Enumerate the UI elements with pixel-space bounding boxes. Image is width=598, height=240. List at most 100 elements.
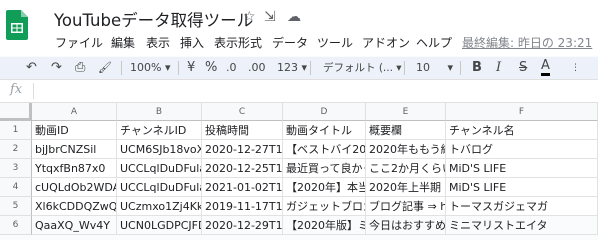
more-options-icon[interactable]: ⋮: [571, 59, 580, 77]
toolbar-divider: [404, 61, 405, 75]
menu-edit[interactable]: 編集: [111, 34, 135, 51]
menu-format[interactable]: 表示形式: [214, 34, 262, 51]
cell-f4[interactable]: MiD'S LIFE: [446, 178, 598, 197]
sheets-logo-icon[interactable]: [6, 10, 28, 40]
font-size-value: 10: [416, 61, 430, 74]
cell-e6[interactable]: 今日はおすすめ: [366, 216, 446, 235]
italic-button[interactable]: I: [496, 59, 501, 77]
cell-a5[interactable]: Xl6kCDDQZwQ: [32, 197, 117, 216]
chevron-down-icon: ▾: [301, 61, 308, 74]
redo-icon[interactable]: ↷: [51, 59, 62, 77]
column-header-a[interactable]: A: [32, 103, 117, 121]
row-header-1[interactable]: 1: [0, 121, 32, 140]
paint-format-icon[interactable]: 🖌: [98, 59, 112, 77]
zoom-value: 100%: [130, 61, 162, 74]
menu-data[interactable]: データ: [272, 34, 308, 51]
select-all-corner[interactable]: [0, 103, 32, 121]
chevron-down-icon: ▾: [164, 61, 171, 74]
fx-icon: fx: [10, 82, 23, 97]
cell-f3[interactable]: MiD'S LIFE: [446, 159, 598, 178]
cell-f5[interactable]: トーマスガジェマガ: [446, 197, 598, 216]
toolbar: ↶ ↷ ⎙ 🖌 100% ▾ ¥ % .0 .00 123 ▾ デフォルト (.…: [0, 57, 598, 80]
cell-e2[interactable]: 2020年ももう終: [366, 140, 446, 159]
row-header-5[interactable]: 5: [0, 197, 32, 216]
toolbar-divider: [121, 61, 122, 75]
toolbar-divider: [460, 61, 461, 75]
font-family-value: デフォルト (...: [323, 62, 393, 74]
font-family-select[interactable]: デフォルト (... ▾: [323, 59, 402, 77]
cell-b5[interactable]: UCzmxo1Zj4KkK: [117, 197, 202, 216]
increase-decimal-icon[interactable]: .00: [248, 59, 266, 77]
document-title[interactable]: YouTubeデータ取得ツール: [54, 7, 253, 31]
spreadsheet-grid: A B C D E F 1 2 3 4 5 6 動画ID チャンネルID 投稿時…: [0, 103, 598, 235]
menu-addons[interactable]: アドオン: [362, 34, 410, 51]
cell-a6[interactable]: QaaXQ_Wv4Y: [32, 216, 117, 235]
cell-b3[interactable]: UCCLqlDuDFula: [117, 159, 202, 178]
cloud-status-icon[interactable]: ☁: [287, 9, 301, 25]
number-format-select[interactable]: 123 ▾: [277, 59, 307, 77]
cell-f1[interactable]: チャンネル名: [446, 121, 598, 140]
formula-input[interactable]: [40, 83, 590, 99]
menu-insert[interactable]: 挿入: [180, 34, 204, 51]
column-header-c[interactable]: C: [202, 103, 283, 121]
chevron-down-icon: ▾: [396, 62, 402, 74]
cell-c4[interactable]: 2021-01-02T10:: [202, 178, 283, 197]
row-header-3[interactable]: 3: [0, 159, 32, 178]
cell-c1[interactable]: 投稿時間: [202, 121, 283, 140]
toolbar-divider: [310, 61, 311, 75]
cell-d6[interactable]: 【2020年版】ミ: [283, 216, 366, 235]
cell-f2[interactable]: トバログ: [446, 140, 598, 159]
cell-d3[interactable]: 最近買って良かっ: [283, 159, 366, 178]
strikethrough-button[interactable]: S: [519, 59, 527, 77]
zoom-select[interactable]: 100% ▾: [130, 59, 170, 77]
cell-a1[interactable]: 動画ID: [32, 121, 117, 140]
row-header-2[interactable]: 2: [0, 140, 32, 159]
chevron-down-icon: ▾: [447, 61, 454, 74]
star-icon[interactable]: ☆: [243, 9, 256, 25]
cell-f6[interactable]: ミニマリストエイタ: [446, 216, 598, 235]
undo-icon[interactable]: ↶: [26, 59, 37, 77]
cell-d4[interactable]: 【2020年】本当に: [283, 178, 366, 197]
menu-view[interactable]: 表示: [146, 34, 170, 51]
title-bar: YouTubeデータ取得ツール ☆ ⇲ ☁ ファイル 編集 表示 挿入 表示形式…: [0, 0, 598, 56]
move-to-folder-icon[interactable]: ⇲: [264, 9, 276, 25]
cell-b1[interactable]: チャンネルID: [117, 121, 202, 140]
cell-b4[interactable]: UCCLqlDuDFula: [117, 178, 202, 197]
row-header-6[interactable]: 6: [0, 216, 32, 235]
cell-b6[interactable]: UCN0LGDPCJFD: [117, 216, 202, 235]
cell-a3[interactable]: YtqxfBn87x0: [32, 159, 117, 178]
print-icon[interactable]: ⎙: [75, 59, 85, 77]
column-header-b[interactable]: B: [117, 103, 202, 121]
cell-c3[interactable]: 2020-12-25T10:: [202, 159, 283, 178]
text-color-button[interactable]: A: [541, 59, 550, 76]
formula-bar-divider: [33, 83, 34, 99]
column-header-e[interactable]: E: [366, 103, 446, 121]
last-edit-link[interactable]: 最終編集: 昨日の 23:21: [462, 34, 592, 51]
cell-e4[interactable]: 2020年上半期・下: [366, 178, 446, 197]
cell-d5[interactable]: ガジェットブロガー: [283, 197, 366, 216]
cell-c5[interactable]: 2019-11-17T13:: [202, 197, 283, 216]
cell-d1[interactable]: 動画タイトル: [283, 121, 366, 140]
cell-c2[interactable]: 2020-12-27T11:5: [202, 140, 283, 159]
cell-c6[interactable]: 2020-12-29T11:: [202, 216, 283, 235]
cell-e1[interactable]: 概要欄: [366, 121, 446, 140]
column-header-f[interactable]: F: [446, 103, 598, 121]
row-header-4[interactable]: 4: [0, 178, 32, 197]
menu-tools[interactable]: ツール: [317, 34, 353, 51]
cell-b2[interactable]: UCM6SJb18voX: [117, 140, 202, 159]
cell-a2[interactable]: bjJbrCNZSil: [32, 140, 117, 159]
column-header-d[interactable]: D: [283, 103, 366, 121]
percent-format-icon[interactable]: %: [205, 59, 217, 77]
bold-button[interactable]: B: [472, 59, 482, 77]
font-size-select[interactable]: 10 ▾: [416, 59, 453, 77]
cell-e5[interactable]: ブログ記事 ⇒ ht: [366, 197, 446, 216]
cell-a4[interactable]: cUQLdOb2WDA: [32, 178, 117, 197]
menu-help[interactable]: ヘルプ: [416, 34, 452, 51]
currency-format-icon[interactable]: ¥: [187, 59, 195, 77]
cell-e3[interactable]: ここ2か月くらい: [366, 159, 446, 178]
decrease-decimal-icon[interactable]: .0: [226, 59, 237, 77]
cell-d2[interactable]: 【ベストバイ202: [283, 140, 366, 159]
toolbar-divider: [178, 61, 179, 75]
menu-file[interactable]: ファイル: [55, 34, 103, 51]
number-format-value: 123: [277, 61, 298, 74]
